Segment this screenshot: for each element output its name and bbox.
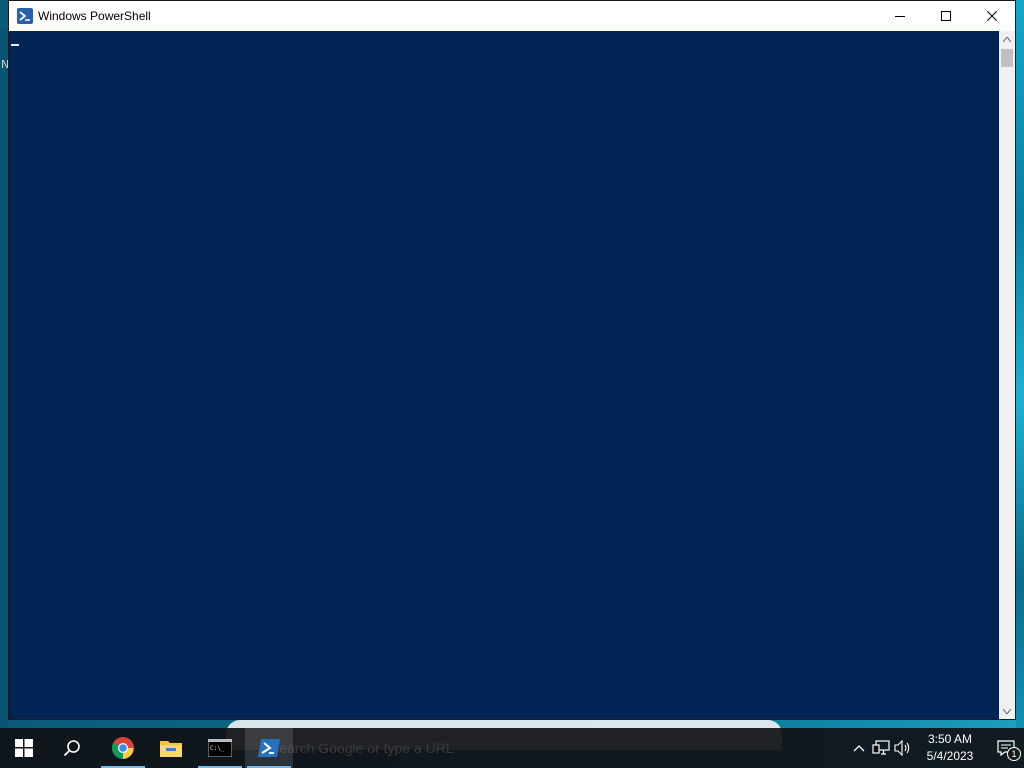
window-controls bbox=[877, 1, 1015, 31]
desktop-background-right bbox=[1016, 0, 1024, 728]
system-tray: 3:50 AM 5/4/2023 1 bbox=[848, 728, 1024, 768]
notification-count-badge: 1 bbox=[1007, 747, 1021, 761]
close-button[interactable] bbox=[969, 1, 1015, 31]
taskbar-search-button[interactable] bbox=[48, 728, 96, 768]
taskbar-command-prompt[interactable]: C:\_ bbox=[196, 728, 244, 768]
taskbar-file-explorer[interactable] bbox=[147, 728, 195, 768]
taskbar: Search Google or type a URL C:\_ 3:50 AM… bbox=[0, 728, 1024, 768]
maximize-icon bbox=[941, 11, 951, 21]
clock-date: 5/4/2023 bbox=[926, 749, 974, 763]
console-area[interactable] bbox=[9, 31, 999, 719]
minimize-button[interactable] bbox=[877, 1, 923, 31]
volume-tray-button[interactable] bbox=[892, 728, 914, 768]
folder-icon bbox=[160, 741, 182, 757]
minimize-icon bbox=[895, 16, 905, 17]
powershell-icon[interactable] bbox=[17, 8, 33, 24]
text-cursor bbox=[11, 44, 19, 46]
search-icon bbox=[63, 740, 80, 757]
window-titlebar[interactable]: Windows PowerShell bbox=[9, 1, 1015, 31]
close-icon bbox=[987, 11, 997, 21]
window-title: Windows PowerShell bbox=[38, 9, 151, 23]
powershell-window[interactable]: Windows PowerShell bbox=[8, 0, 1016, 720]
powershell-icon bbox=[258, 739, 280, 757]
svg-text:C:\_: C:\_ bbox=[210, 745, 225, 752]
scroll-down-button[interactable] bbox=[999, 703, 1015, 719]
vertical-scrollbar[interactable] bbox=[999, 31, 1015, 719]
start-button[interactable] bbox=[0, 728, 48, 768]
network-icon bbox=[872, 740, 890, 755]
ghost-search-placeholder: Search Google or type a URL bbox=[270, 740, 454, 756]
clock-time: 3:50 AM bbox=[927, 732, 973, 746]
scroll-up-button[interactable] bbox=[999, 31, 1015, 47]
maximize-button[interactable] bbox=[923, 1, 969, 31]
chevron-down-icon bbox=[1003, 708, 1011, 714]
windows-logo-icon bbox=[15, 739, 33, 757]
taskbar-clock[interactable]: 3:50 AM 5/4/2023 bbox=[920, 728, 980, 768]
show-hidden-icons-button[interactable] bbox=[848, 728, 870, 768]
network-tray-button[interactable] bbox=[870, 728, 892, 768]
taskbar-chrome[interactable] bbox=[99, 728, 147, 768]
action-center-button[interactable]: 1 bbox=[988, 728, 1024, 768]
cmd-icon: C:\_ bbox=[208, 739, 232, 757]
chevron-up-icon bbox=[1003, 36, 1011, 42]
chrome-icon bbox=[111, 737, 134, 759]
scroll-thumb[interactable] bbox=[1001, 49, 1013, 67]
taskbar-powershell[interactable] bbox=[245, 728, 293, 768]
volume-icon bbox=[894, 740, 910, 756]
chevron-up-icon bbox=[853, 745, 865, 752]
desktop-background-left bbox=[0, 30, 8, 728]
